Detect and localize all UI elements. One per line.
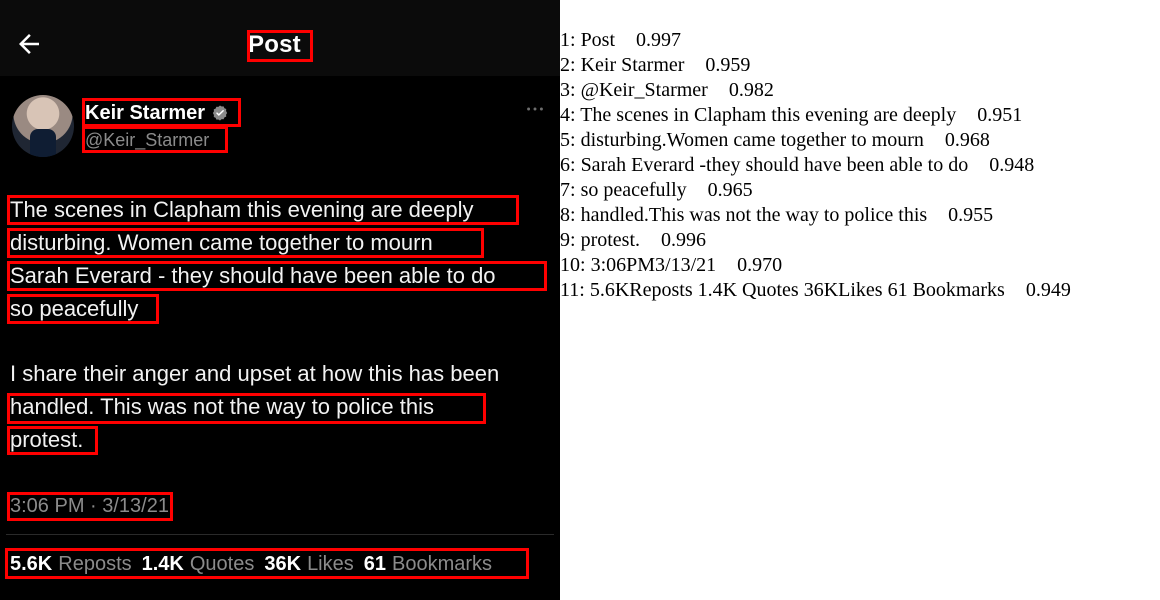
post-line: The scenes in Clapham this evening are d… <box>10 197 474 222</box>
ocr-result-row: 5: disturbing.Women came together to mou… <box>560 128 1160 153</box>
post-line: disturbing. Women came together to mourn <box>10 230 433 255</box>
ocr-result-text: 3:06PM3/13/21 <box>590 254 717 276</box>
likes-label: Likes <box>307 553 354 575</box>
ocr-result-index: 11: <box>560 279 585 301</box>
post-line: Sarah Everard - they should have been ab… <box>10 263 496 288</box>
ocr-result-text: protest. <box>580 229 640 251</box>
divider <box>6 534 554 535</box>
ocr-result-score: 0.997 <box>636 29 682 51</box>
ocr-result-score: 0.970 <box>737 254 783 276</box>
ocr-result-row: 10: 3:06PM3/13/21 0.970 <box>560 253 1160 278</box>
ocr-result-index: 7: <box>560 179 576 201</box>
more-options-icon[interactable] <box>524 98 546 120</box>
ocr-result-row: 8: handled.This was not the way to polic… <box>560 203 1160 228</box>
ocr-result-score: 0.949 <box>1025 279 1071 301</box>
ocr-result-index: 4: <box>560 104 576 126</box>
ocr-result-row: 6: Sarah Everard -they should have been … <box>560 153 1160 178</box>
ocr-result-score: 0.951 <box>977 104 1023 126</box>
verified-badge-icon <box>211 104 229 122</box>
post-paragraph-2: I share their anger and upset at how thi… <box>10 357 555 456</box>
ocr-result-score: 0.968 <box>944 129 990 151</box>
reposts-count: 5.6K <box>10 553 53 575</box>
ocr-result-index: 10: <box>560 254 586 276</box>
ocr-result-score: 0.965 <box>707 179 753 201</box>
ocr-result-text: so peacefully <box>580 179 687 201</box>
author-name[interactable]: Keir Starmer <box>85 99 205 127</box>
likes-count: 36K <box>264 553 302 575</box>
ocr-results-list: 1: Post 0.997 2: Keir Starmer 0.959 3: @… <box>560 28 1160 303</box>
engagement-stats: 5.6K Reposts 1.4K Quotes 36K Likes 61 Bo… <box>10 549 492 579</box>
bookmarks-stat[interactable]: 61 Bookmarks <box>364 549 492 579</box>
ocr-result-index: 8: <box>560 204 576 226</box>
quotes-count: 1.4K <box>141 553 184 575</box>
avatar[interactable] <box>12 95 74 157</box>
ocr-result-index: 9: <box>560 229 576 251</box>
ocr-result-score: 0.959 <box>705 54 751 76</box>
likes-stat[interactable]: 36K Likes <box>264 549 353 579</box>
bookmarks-label: Bookmarks <box>392 553 493 575</box>
bookmarks-count: 61 <box>363 553 387 575</box>
ocr-result-text: Post <box>580 29 616 51</box>
ocr-result-row: 2: Keir Starmer 0.959 <box>560 53 1160 78</box>
ocr-result-index: 2: <box>560 54 576 76</box>
ocr-result-text: The scenes in Clapham this evening are d… <box>580 104 957 126</box>
ocr-result-score: 0.955 <box>948 204 994 226</box>
reposts-stat[interactable]: 5.6K Reposts <box>10 549 132 579</box>
post-screenshot-panel: Post Keir Starmer @Keir_Starmer The scen… <box>0 0 560 600</box>
post-line: protest. <box>10 427 84 452</box>
ocr-result-index: 3: <box>560 79 576 101</box>
ocr-result-row: 3: @Keir_Starmer 0.982 <box>560 78 1160 103</box>
post-paragraph-1: The scenes in Clapham this evening are d… <box>10 193 555 325</box>
ocr-result-index: 6: <box>560 154 576 176</box>
post-line: I share their anger and upset at how thi… <box>10 361 500 386</box>
ocr-result-row: 11: 5.6KReposts 1.4K Quotes 36KLikes 61 … <box>560 278 1160 303</box>
post-line: handled. This was not the way to police … <box>10 394 434 419</box>
ocr-result-row: 4: The scenes in Clapham this evening ar… <box>560 103 1160 128</box>
ocr-result-row: 9: protest. 0.996 <box>560 228 1160 253</box>
ocr-result-index: 1: <box>560 29 576 51</box>
ocr-result-text: Sarah Everard -they should have been abl… <box>580 154 969 176</box>
ocr-result-score: 0.948 <box>989 154 1035 176</box>
ocr-result-text: 5.6KReposts 1.4K Quotes 36KLikes 61 Book… <box>589 279 1005 301</box>
quotes-label: Quotes <box>189 553 255 575</box>
ocr-result-row: 7: so peacefully 0.965 <box>560 178 1160 203</box>
author-name-row: Keir Starmer <box>85 99 229 127</box>
ocr-result-score: 0.996 <box>661 229 706 251</box>
post-line: so peacefully <box>10 296 139 321</box>
back-arrow-icon[interactable] <box>14 29 44 59</box>
page-title: Post <box>248 31 301 58</box>
author-handle[interactable]: @Keir_Starmer <box>85 127 209 153</box>
post-timestamp[interactable]: 3:06 PM · 3/13/21 <box>10 492 169 520</box>
ocr-results-panel: 1: Post 0.997 2: Keir Starmer 0.959 3: @… <box>560 0 1160 600</box>
ocr-result-index: 5: <box>560 129 576 151</box>
post-header: Post <box>0 0 560 76</box>
ocr-result-text: @Keir_Starmer <box>580 79 708 101</box>
ocr-result-text: disturbing.Women came together to mourn <box>580 129 924 151</box>
ocr-result-text: handled.This was not the way to police t… <box>580 204 928 226</box>
quotes-stat[interactable]: 1.4K Quotes <box>142 549 255 579</box>
ocr-result-row: 1: Post 0.997 <box>560 28 1160 53</box>
ocr-result-score: 0.982 <box>728 79 774 101</box>
reposts-label: Reposts <box>58 553 132 575</box>
ocr-visualization: Post Keir Starmer @Keir_Starmer The scen… <box>0 0 1160 600</box>
ocr-result-text: Keir Starmer <box>580 54 685 76</box>
